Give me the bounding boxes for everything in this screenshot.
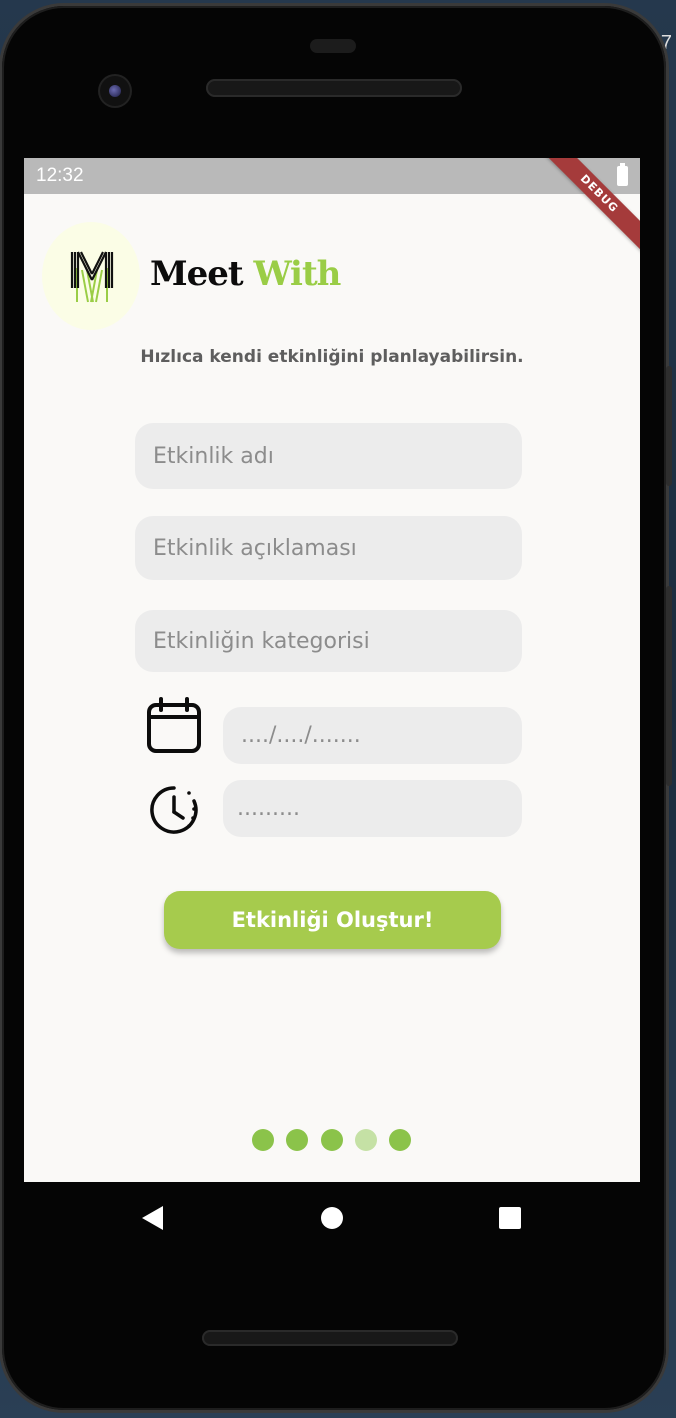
status-time: 12:32	[36, 165, 84, 186]
power-button[interactable]	[666, 366, 672, 486]
create-event-button[interactable]: Etkinliği Oluştur!	[164, 891, 501, 949]
back-icon[interactable]	[142, 1206, 163, 1230]
top-earpiece	[310, 39, 356, 53]
page-dot-5[interactable]	[389, 1129, 411, 1151]
app-title-part2: With	[253, 254, 341, 294]
page-subtitle: Hızlıca kendi etkinliğini planlayabilirs…	[140, 347, 524, 367]
event-description-input[interactable]	[135, 516, 522, 580]
page-dot-4[interactable]	[355, 1129, 377, 1151]
recent-apps-icon[interactable]	[499, 1207, 521, 1229]
bottom-speaker	[202, 1330, 458, 1346]
event-time-input[interactable]	[223, 780, 522, 837]
status-bar: 12:32	[24, 158, 640, 194]
page-dot-1[interactable]	[252, 1129, 274, 1151]
event-name-input[interactable]	[135, 423, 522, 489]
top-speaker	[206, 79, 462, 97]
battery-icon	[617, 163, 628, 186]
app-logo	[42, 222, 140, 330]
event-date-input[interactable]	[223, 707, 522, 764]
page-dot-2[interactable]	[286, 1129, 308, 1151]
front-camera	[100, 76, 130, 106]
volume-button[interactable]	[666, 586, 672, 786]
app-title-part1: Meet	[150, 254, 244, 294]
clock-history-icon[interactable]	[149, 785, 199, 835]
logo-m-icon	[70, 251, 114, 303]
app-title: Meet With	[150, 252, 341, 296]
event-category-input[interactable]	[135, 610, 522, 672]
home-icon[interactable]	[321, 1207, 343, 1229]
calendar-icon[interactable]	[144, 696, 204, 756]
android-nav-bar	[24, 1182, 640, 1254]
page-dot-3[interactable]	[321, 1129, 343, 1151]
app-screen: 12:32 DEBUG Meet With Hızlıca kendi etki…	[24, 158, 640, 1182]
